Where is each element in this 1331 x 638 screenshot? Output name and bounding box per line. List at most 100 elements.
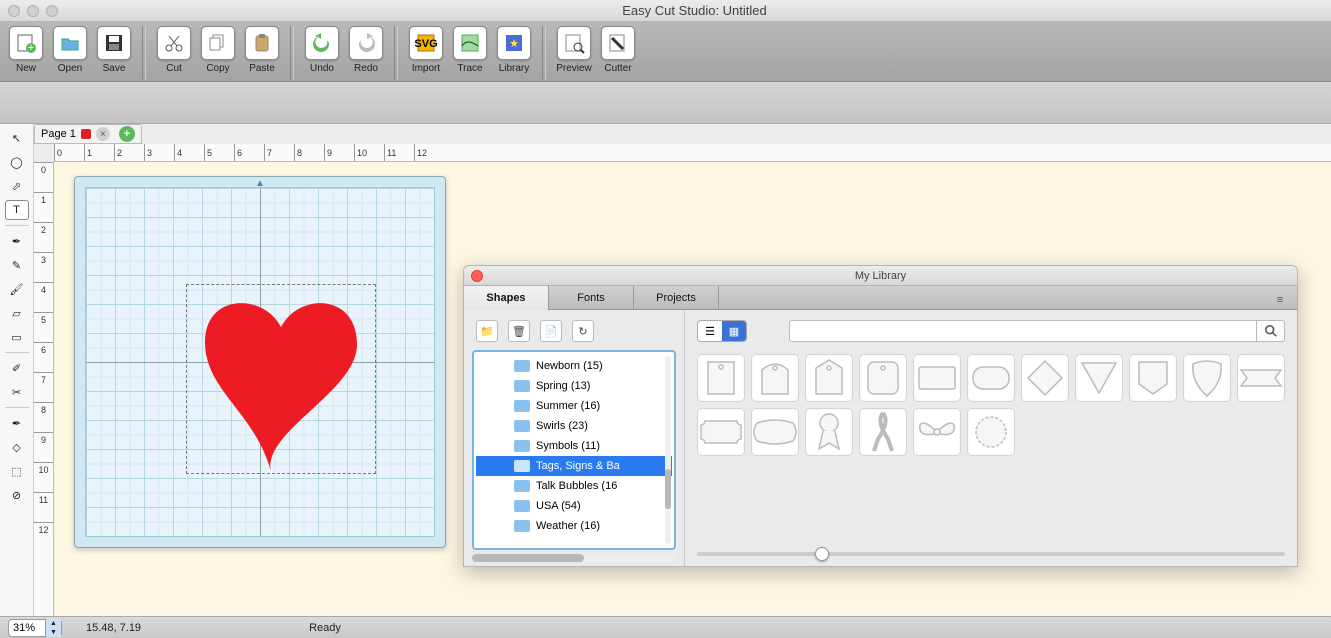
- text-icon[interactable]: T: [5, 200, 29, 220]
- library-tab-fonts[interactable]: Fonts: [549, 286, 634, 310]
- refresh-button[interactable]: ↻: [572, 320, 594, 342]
- heart-shape[interactable]: [186, 284, 376, 474]
- shape-label-round[interactable]: [967, 354, 1015, 402]
- traffic-zoom-icon[interactable]: [46, 5, 58, 17]
- library-window[interactable]: My Library ShapesFontsProjects ≡ 📁 🗑 📄 ↻ Ne…: [463, 265, 1298, 567]
- category-item[interactable]: USA (54): [476, 496, 672, 516]
- pencil-icon[interactable]: ✎: [5, 255, 29, 275]
- svg-text:★: ★: [509, 38, 519, 50]
- shape-triangle-down[interactable]: [1075, 354, 1123, 402]
- search-button[interactable]: [1257, 320, 1285, 342]
- open-button[interactable]: Open: [50, 24, 90, 79]
- brush-icon[interactable]: 🖌: [5, 279, 29, 299]
- category-item[interactable]: Newborn (15): [476, 356, 672, 376]
- shape-badge[interactable]: [1129, 354, 1177, 402]
- measure-icon[interactable]: ⊘: [5, 485, 29, 505]
- copy-button[interactable]: Copy: [198, 24, 238, 79]
- zoom-value[interactable]: [9, 622, 45, 634]
- traffic-close-icon[interactable]: [8, 5, 20, 17]
- category-item[interactable]: Tags, Signs & Ba: [476, 456, 672, 476]
- category-hscrollbar[interactable]: [472, 554, 676, 562]
- category-item[interactable]: Talk Bubbles (16: [476, 476, 672, 496]
- new-button[interactable]: +New: [6, 24, 46, 79]
- fountain-icon[interactable]: ✒: [5, 413, 29, 433]
- category-item[interactable]: Symbols (11): [476, 436, 672, 456]
- folder-icon: [514, 500, 530, 512]
- zoom-down-button[interactable]: ▼: [46, 628, 61, 637]
- main-toolbar: +NewOpenSave CutCopyPaste UndoRedo SVGImpor…: [0, 22, 1331, 82]
- svg-text:+: +: [28, 42, 34, 54]
- category-item[interactable]: Spring (13): [476, 376, 672, 396]
- gradient-icon[interactable]: ▭: [5, 327, 29, 347]
- library-button[interactable]: ★Library: [494, 24, 534, 79]
- save-button[interactable]: Save: [94, 24, 134, 79]
- trace-icon: [453, 26, 487, 60]
- page-tab[interactable]: Page 1 × +: [34, 124, 142, 144]
- paste-button[interactable]: Paste: [242, 24, 282, 79]
- eyedropper-icon[interactable]: ✐: [5, 358, 29, 378]
- trace-button[interactable]: Trace: [450, 24, 490, 79]
- ruler-vertical: 0123456789101112: [34, 162, 54, 616]
- library-menu-icon[interactable]: ≡: [1271, 290, 1289, 310]
- cut-button[interactable]: Cut: [154, 24, 194, 79]
- eraser-icon[interactable]: ▱: [5, 303, 29, 323]
- category-item[interactable]: Summer (16): [476, 396, 672, 416]
- svg-text:SVG: SVG: [415, 38, 437, 50]
- redo-button[interactable]: Redo: [346, 24, 386, 79]
- view-list-button[interactable]: ☰: [698, 321, 722, 341]
- new-page-button[interactable]: 📄: [540, 320, 562, 342]
- lasso-icon[interactable]: ◯: [5, 152, 29, 172]
- undo-button[interactable]: Undo: [302, 24, 342, 79]
- node-arrow-icon[interactable]: ⬀: [5, 176, 29, 196]
- import-button[interactable]: SVGImport: [406, 24, 446, 79]
- library-tab-shapes[interactable]: Shapes: [464, 286, 549, 310]
- category-list[interactable]: Newborn (15)Spring (13)Summer (16)Swirls…: [472, 350, 676, 550]
- traffic-min-icon[interactable]: [27, 5, 39, 17]
- category-item[interactable]: Weather (16): [476, 516, 672, 536]
- zoom-up-button[interactable]: ▲: [46, 619, 61, 628]
- new-icon: +: [9, 26, 43, 60]
- library-close-button[interactable]: [471, 270, 483, 282]
- view-grid-button[interactable]: ▦: [722, 321, 746, 341]
- shape-diamond[interactable]: [1021, 354, 1069, 402]
- cutter-button[interactable]: Cutter: [598, 24, 638, 79]
- category-item[interactable]: Swirls (23): [476, 416, 672, 436]
- library-titlebar[interactable]: My Library: [464, 266, 1297, 286]
- cutting-mat[interactable]: ▲: [74, 176, 446, 548]
- library-tab-projects[interactable]: Projects: [634, 286, 719, 310]
- page-close-button[interactable]: ×: [96, 127, 110, 141]
- search-input[interactable]: [789, 320, 1257, 342]
- add-folder-button[interactable]: 📁: [476, 320, 498, 342]
- shape-awareness-ribbon[interactable]: [859, 408, 907, 456]
- shape-tag-pentagon[interactable]: [805, 354, 853, 402]
- shape-seal[interactable]: [967, 408, 1015, 456]
- shape-award-ribbon[interactable]: [805, 408, 853, 456]
- shape-icon[interactable]: ◇: [5, 437, 29, 457]
- shape-tag-round[interactable]: [859, 354, 907, 402]
- preview-button[interactable]: Preview: [554, 24, 594, 79]
- shape-tag-rect[interactable]: [697, 354, 745, 402]
- category-scrollbar[interactable]: [665, 356, 671, 544]
- status-bar: ▲▼ 15.48, 7.19 Ready: [0, 616, 1331, 638]
- shape-shield[interactable]: [1183, 354, 1231, 402]
- thumbnail-zoom-slider[interactable]: [697, 542, 1285, 556]
- pen-icon[interactable]: ✒: [5, 231, 29, 251]
- zoom-control[interactable]: ▲▼: [8, 619, 62, 637]
- arrow-icon[interactable]: ↖: [5, 128, 29, 148]
- status-coords: 15.48, 7.19: [86, 622, 141, 634]
- shape-bow[interactable]: [913, 408, 961, 456]
- page-color-icon: [81, 129, 91, 139]
- library-title: My Library: [855, 270, 906, 282]
- page-add-button[interactable]: +: [119, 126, 135, 142]
- shape-label-rect[interactable]: [913, 354, 961, 402]
- shape-ribbon-banner[interactable]: [1237, 354, 1285, 402]
- trash-button[interactable]: 🗑: [508, 320, 530, 342]
- knife-icon[interactable]: ✂: [5, 382, 29, 402]
- undo-icon: [305, 26, 339, 60]
- import-icon: SVG: [409, 26, 443, 60]
- shape-pillow[interactable]: [751, 408, 799, 456]
- folder-icon: [514, 440, 530, 452]
- shape-plaque[interactable]: [697, 408, 745, 456]
- distort-icon[interactable]: ⬚: [5, 461, 29, 481]
- shape-tag-arch[interactable]: [751, 354, 799, 402]
